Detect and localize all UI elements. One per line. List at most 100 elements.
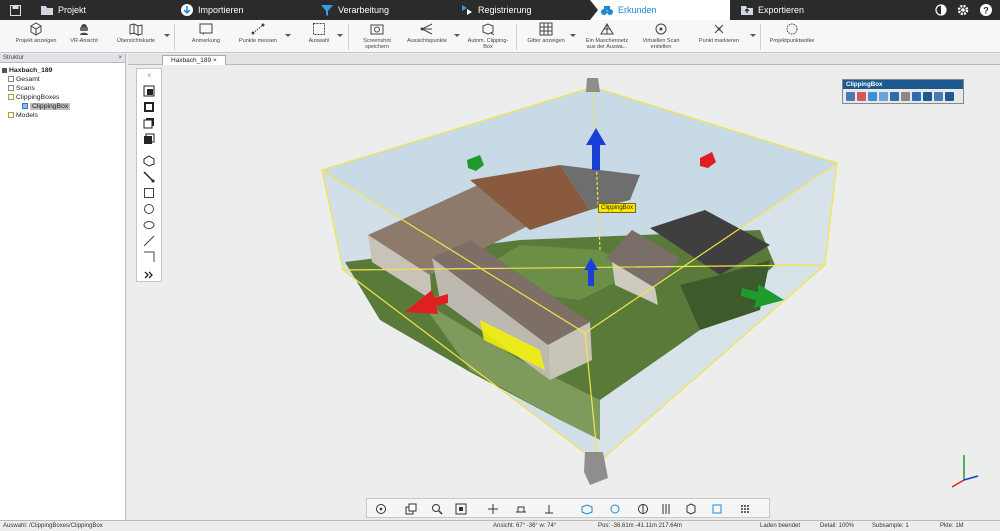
- lasso-icon[interactable]: [143, 155, 155, 167]
- project-pointcloud-button[interactable]: Projektpunktwolke: [766, 22, 818, 44]
- measure-points-button[interactable]: Punkte messen: [236, 22, 280, 44]
- gear-icon[interactable]: [956, 3, 970, 17]
- grid-dots-icon[interactable]: [739, 503, 751, 515]
- tab-exportieren[interactable]: Exportieren: [730, 0, 870, 20]
- auto-clipping-box-button[interactable]: Autom. Clipping-Box: [466, 22, 510, 50]
- move-icon[interactable]: [868, 91, 877, 101]
- mark-point-button[interactable]: Punkt markieren: [694, 22, 744, 44]
- add-box-icon[interactable]: [143, 101, 155, 113]
- tree-node-scans[interactable]: Scans: [2, 84, 123, 93]
- collapse-icon[interactable]: [2, 67, 7, 73]
- zoom-icon[interactable]: [431, 503, 443, 515]
- intersect-box-icon[interactable]: [143, 133, 155, 145]
- columns-icon[interactable]: [661, 503, 673, 515]
- selection-button[interactable]: Auswahl: [302, 22, 336, 44]
- box-tool-icon[interactable]: [711, 503, 723, 515]
- tool-ribbon: Projekt anzeigen VR-Ansicht Übersichtska…: [0, 20, 1000, 53]
- overview-map-button[interactable]: Übersichtskarte: [112, 22, 160, 44]
- fit-icon[interactable]: [912, 91, 921, 101]
- ellipse-icon[interactable]: [143, 219, 155, 231]
- floor-icon[interactable]: [515, 503, 527, 515]
- tab-haxbach[interactable]: Haxbach_189 ×: [162, 55, 226, 65]
- viewpoints-button[interactable]: Aussichtspunkte: [404, 22, 450, 44]
- tree-node-clippingbox[interactable]: ClippingBox: [2, 102, 123, 111]
- tree-node-gesamt[interactable]: Gesamt: [2, 75, 123, 84]
- rectangle-icon[interactable]: [143, 187, 155, 199]
- section-icon[interactable]: [487, 503, 499, 515]
- 3d-cube-icon[interactable]: [685, 503, 697, 515]
- edit-icon[interactable]: [846, 91, 855, 101]
- chevron-down-icon[interactable]: [454, 34, 460, 37]
- sync-icon[interactable]: [609, 503, 621, 515]
- screenshot-button[interactable]: Screenshot speichern: [358, 22, 396, 50]
- panel-menu-icon[interactable]: [945, 91, 954, 101]
- clipping-box-icon: [482, 23, 495, 36]
- vr-view-button[interactable]: VR-Ansicht: [64, 22, 104, 44]
- tab-verarbeitung[interactable]: Verarbeitung: [310, 0, 458, 20]
- chevron-down-icon[interactable]: [750, 34, 756, 37]
- cube-icon: [30, 22, 42, 36]
- create-mesh-button[interactable]: Ein Maschennetz aus der Auswa...: [584, 22, 630, 50]
- compare-icon[interactable]: [637, 503, 649, 515]
- toolbar-label: Übersichtskarte: [116, 38, 156, 44]
- rotate-icon[interactable]: [879, 91, 888, 101]
- 3d-viewport[interactable]: [134, 66, 1000, 518]
- toolbar-label: Screenshot speichern: [363, 38, 391, 50]
- view-box-icon[interactable]: [455, 503, 467, 515]
- tab-label: Registrierung: [478, 5, 532, 15]
- step-forward-icon[interactable]: [901, 91, 910, 101]
- save-button[interactable]: [0, 0, 30, 20]
- tab-importieren[interactable]: Importieren: [170, 0, 318, 20]
- layers-icon[interactable]: [405, 503, 417, 515]
- close-icon[interactable]: ×: [118, 54, 122, 63]
- theme-toggle-icon[interactable]: [934, 3, 948, 17]
- chevron-down-icon[interactable]: [337, 34, 343, 37]
- annotation-button[interactable]: Anmerkung: [186, 22, 226, 44]
- tab-label: Projekt: [58, 5, 87, 15]
- panel-header: Struktur ×: [0, 54, 125, 63]
- selection-icon: [313, 23, 325, 35]
- chevron-down-icon[interactable]: [164, 34, 170, 37]
- step-back-icon[interactable]: [890, 91, 899, 101]
- toolbar-label: Autom. Clipping-Box: [467, 38, 509, 50]
- project-view-button[interactable]: Projekt anzeigen: [12, 22, 60, 44]
- circle-icon[interactable]: [143, 203, 155, 215]
- tab-erkunden[interactable]: Erkunden: [590, 0, 730, 20]
- vr-headset-icon: [80, 24, 88, 35]
- select-box-icon[interactable]: [143, 85, 155, 97]
- tree-node-models[interactable]: Models: [2, 111, 123, 120]
- clip-mode-icon[interactable]: [934, 91, 943, 101]
- box-handle-top[interactable]: [586, 78, 600, 92]
- chevron-down-icon[interactable]: [285, 34, 291, 37]
- walk-icon[interactable]: [543, 503, 555, 515]
- delete-icon[interactable]: [857, 91, 866, 101]
- subtract-box-icon[interactable]: [143, 117, 155, 129]
- virtual-scan-button[interactable]: Virtuellen Scan erstellen: [638, 22, 684, 50]
- toolbar-label: Punkt markieren: [698, 38, 740, 44]
- scan-icon: [655, 23, 667, 35]
- toolbar-divider: [348, 24, 349, 50]
- chevron-down-icon[interactable]: [570, 34, 576, 37]
- help-icon[interactable]: ?: [979, 3, 993, 17]
- grid-icon: [539, 22, 553, 36]
- clipping-box-panel-title: ClippingBox: [843, 80, 963, 89]
- tree-root[interactable]: Haxbach_189: [2, 66, 123, 75]
- tab-registrierung[interactable]: Registrierung: [450, 0, 598, 20]
- tree-node-clippingboxes[interactable]: ClippingBoxes: [2, 93, 123, 102]
- polygon-icon[interactable]: [143, 251, 155, 263]
- orbit-icon[interactable]: [375, 503, 387, 515]
- clip-active-icon[interactable]: [581, 503, 593, 515]
- display-icon[interactable]: [923, 91, 932, 101]
- pick-icon[interactable]: [143, 171, 155, 183]
- structure-panel: Struktur × Haxbach_189 Gesamt Scans Clipp…: [0, 54, 126, 520]
- close-icon[interactable]: ×: [213, 57, 217, 64]
- point-cloud-scene[interactable]: [134, 66, 1000, 518]
- view-tab-label: Haxbach_189: [171, 57, 212, 64]
- expand-icon[interactable]: [143, 269, 155, 281]
- line-icon[interactable]: [143, 235, 155, 247]
- toolbar-label: Gitter anzeigen: [527, 38, 565, 44]
- tab-label: Exportieren: [758, 5, 805, 15]
- close-icon[interactable]: ×: [147, 71, 152, 80]
- show-grid-button[interactable]: Gitter anzeigen: [526, 22, 566, 44]
- tab-projekt[interactable]: Projekt: [30, 0, 178, 20]
